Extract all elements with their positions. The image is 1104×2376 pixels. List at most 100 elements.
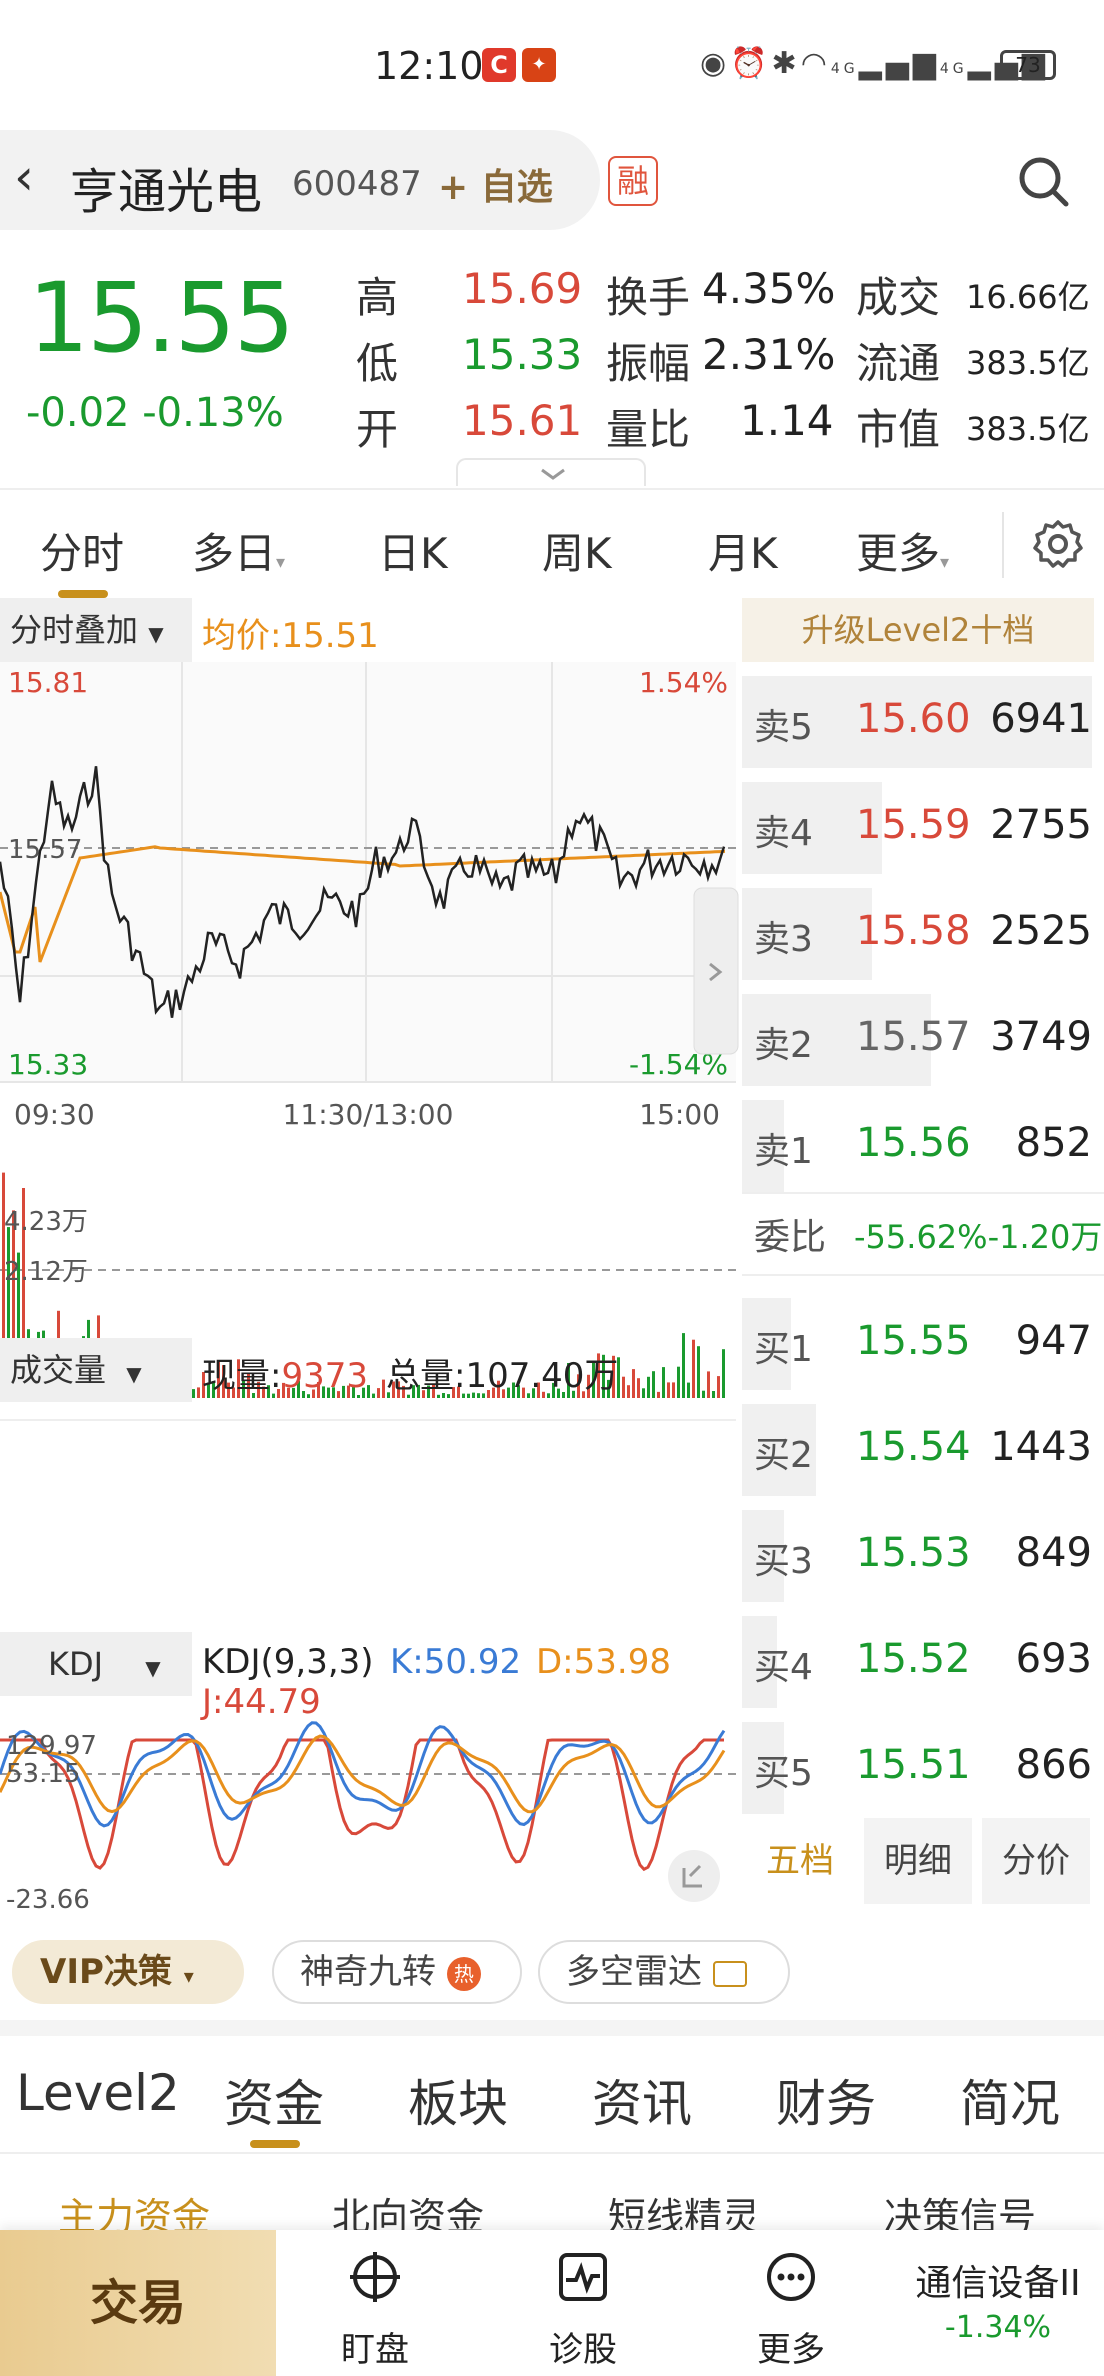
pct-top-label: 1.54% <box>639 666 728 699</box>
stock-code: 600487 <box>292 164 422 204</box>
info-section-tabs: Level2 资金 板块 资讯 财务 简况 <box>0 2036 1104 2154</box>
tab-news[interactable]: 资讯 <box>592 2064 692 2136</box>
bid-level-volume: 947 <box>1015 1318 1092 1364</box>
bid-level-row[interactable]: 买2 15.54 1443 <box>742 1396 1104 1502</box>
overlay-dropdown[interactable]: 分时叠加 ▼ <box>0 598 192 662</box>
side-collapse-handle[interactable] <box>693 887 739 1055</box>
bid-level-row[interactable]: 买1 15.55 947 <box>742 1290 1104 1396</box>
volume-bar <box>702 1390 705 1398</box>
bid-level-price: 15.52 <box>856 1636 971 1682</box>
ask-level-row[interactable]: 卖4 15.59 2755 <box>742 774 1104 880</box>
ask-level-label: 卖3 <box>754 919 813 960</box>
search-icon[interactable] <box>1016 154 1070 208</box>
total-volume: 总量:107.40万 <box>386 1356 619 1396</box>
vol-mid-label: 2.12万 <box>4 1257 88 1287</box>
level2-upgrade-banner[interactable]: 升级Level2十档 <box>742 598 1094 662</box>
network-label: 4G <box>830 61 859 77</box>
volume-bar <box>657 1391 660 1398</box>
ask-level-row[interactable]: 卖3 15.58 2525 <box>742 880 1104 986</box>
fullscreen-button[interactable] <box>668 1850 720 1902</box>
x-label-mid: 11:30/13:00 <box>283 1098 454 1131</box>
volume-indicator-dropdown[interactable]: 成交量 ▼ <box>0 1338 192 1402</box>
status-bar: 12:10 C ✦ ◉⏰✱◠4G▂▄▆4G▂▄▆ 73 <box>0 0 1104 130</box>
volume-bar <box>632 1369 635 1398</box>
volume-bar <box>697 1346 700 1398</box>
bull-bear-radar-chip[interactable]: 多空雷达 <box>538 1940 790 2004</box>
more-dots-icon <box>767 2253 815 2301</box>
tab-price-distribution[interactable]: 分价 <box>982 1818 1090 1904</box>
vip-decision-chip[interactable]: VIP决策 ▾ <box>12 1940 244 2004</box>
open-value: 15.61 <box>462 396 583 445</box>
caret-down-icon: ▾ <box>183 1964 194 1988</box>
volume-btn-label: 成交量 <box>10 1351 107 1389</box>
tab-profile[interactable]: 简况 <box>960 2064 1060 2136</box>
kdj-j-value: J:44.79 <box>202 1682 321 1722</box>
stock-name: 亨通光电 <box>70 164 263 220</box>
kdj-indicator-dropdown[interactable]: KDJ ▼ <box>0 1632 192 1696</box>
current-volume-label: 现量: <box>202 1356 282 1396</box>
tab-weekly-k[interactable]: 周K <box>542 520 612 581</box>
bid-level-volume: 866 <box>1015 1742 1092 1788</box>
divider <box>742 1274 1104 1276</box>
tab-daily-k[interactable]: 日K <box>378 520 448 581</box>
divider <box>742 1192 1104 1194</box>
volume-bar <box>192 1389 195 1398</box>
magic-nine-chip[interactable]: 神奇九转 热 <box>272 1940 522 2004</box>
system-icons: ◉⏰✱◠4G▂▄▆4G▂▄▆ <box>700 46 1049 81</box>
bid-level-price: 15.54 <box>856 1424 971 1470</box>
tab-monthly-k[interactable]: 月K <box>708 520 778 581</box>
turnover-value: 4.35% <box>702 264 836 313</box>
tab-level2[interactable]: Level2 <box>16 2064 180 2122</box>
avg-price-label: 均价:15.51 <box>202 616 379 656</box>
bid-level-row[interactable]: 买3 15.53 849 <box>742 1502 1104 1608</box>
charts-svg: 15.81 15.57 15.33 1.54% -1.54% 09:30 11:… <box>0 662 739 1915</box>
volume-bar <box>372 1393 375 1398</box>
ask-level-price: 15.60 <box>856 696 971 742</box>
caret-down-icon: ▾ <box>276 552 286 573</box>
add-watchlist-button[interactable]: + 自选 <box>438 158 553 210</box>
ask-level-row[interactable]: 卖5 15.60 6941 <box>742 668 1104 774</box>
nav-diagnose[interactable]: 诊股 <box>508 2230 658 2376</box>
tab-funds[interactable]: 资金 <box>224 2064 324 2136</box>
order-ratio-label: 委比 <box>754 1217 827 1258</box>
tab-multi-day[interactable]: 多日▾ <box>192 520 285 581</box>
volume-ratio-value: 1.14 <box>740 396 834 445</box>
magic-nine-label: 神奇九转 <box>300 1952 436 1992</box>
caret-down-icon: ▾ <box>940 552 950 573</box>
volume-bar <box>692 1339 695 1398</box>
volume-bar <box>637 1378 640 1398</box>
high-label: 高 <box>356 273 399 322</box>
trade-button[interactable]: 交易 <box>0 2230 276 2376</box>
tab-more[interactable]: 更多▾ <box>856 520 949 581</box>
overlay-label: 分时叠加 <box>10 611 139 649</box>
ask-level-row[interactable]: 卖2 15.57 3749 <box>742 986 1104 1092</box>
chevron-left-icon[interactable]: ‹ <box>14 152 34 202</box>
expand-quote-button[interactable] <box>456 458 646 486</box>
nav-watch[interactable]: 盯盘 <box>300 2230 450 2376</box>
caret-down-icon: ▼ <box>148 622 164 646</box>
margin-badge[interactable]: 融 <box>608 156 658 206</box>
sector-quote[interactable]: 通信设备II -1.34% <box>892 2230 1104 2376</box>
tab-divider <box>1002 512 1004 578</box>
tab-five-levels[interactable]: 五档 <box>742 1818 858 1904</box>
volume-bar <box>377 1388 380 1398</box>
bid-level-row[interactable]: 买4 15.52 693 <box>742 1608 1104 1714</box>
tab-timeshare[interactable]: 分时 <box>40 520 124 581</box>
bottom-nav: 交易 盯盘 诊股 更多 通信设备II -1.34% <box>0 2230 1104 2376</box>
vol-top-label: 4.23万 <box>4 1207 88 1237</box>
price-chart-bg <box>0 662 736 1082</box>
tab-details[interactable]: 明细 <box>864 1818 972 1904</box>
ask-level-label: 卖2 <box>754 1025 813 1066</box>
bid-level-row[interactable]: 买5 15.51 866 <box>742 1714 1104 1820</box>
ask-level-price: 15.58 <box>856 908 971 954</box>
nav-more[interactable]: 更多 <box>716 2230 866 2376</box>
tab-financials[interactable]: 财务 <box>776 2064 876 2136</box>
kdj-k-value: K:50.92 <box>390 1642 522 1682</box>
ask-level-row[interactable]: 卖1 15.56 852 <box>742 1092 1104 1198</box>
bid-level-price: 15.51 <box>856 1742 971 1788</box>
nav-diagnose-label: 诊股 <box>549 2330 617 2370</box>
volume-bar <box>722 1349 725 1398</box>
tab-sectors[interactable]: 板块 <box>408 2064 508 2136</box>
volume-bar <box>687 1382 690 1398</box>
gear-icon[interactable] <box>1032 518 1084 570</box>
